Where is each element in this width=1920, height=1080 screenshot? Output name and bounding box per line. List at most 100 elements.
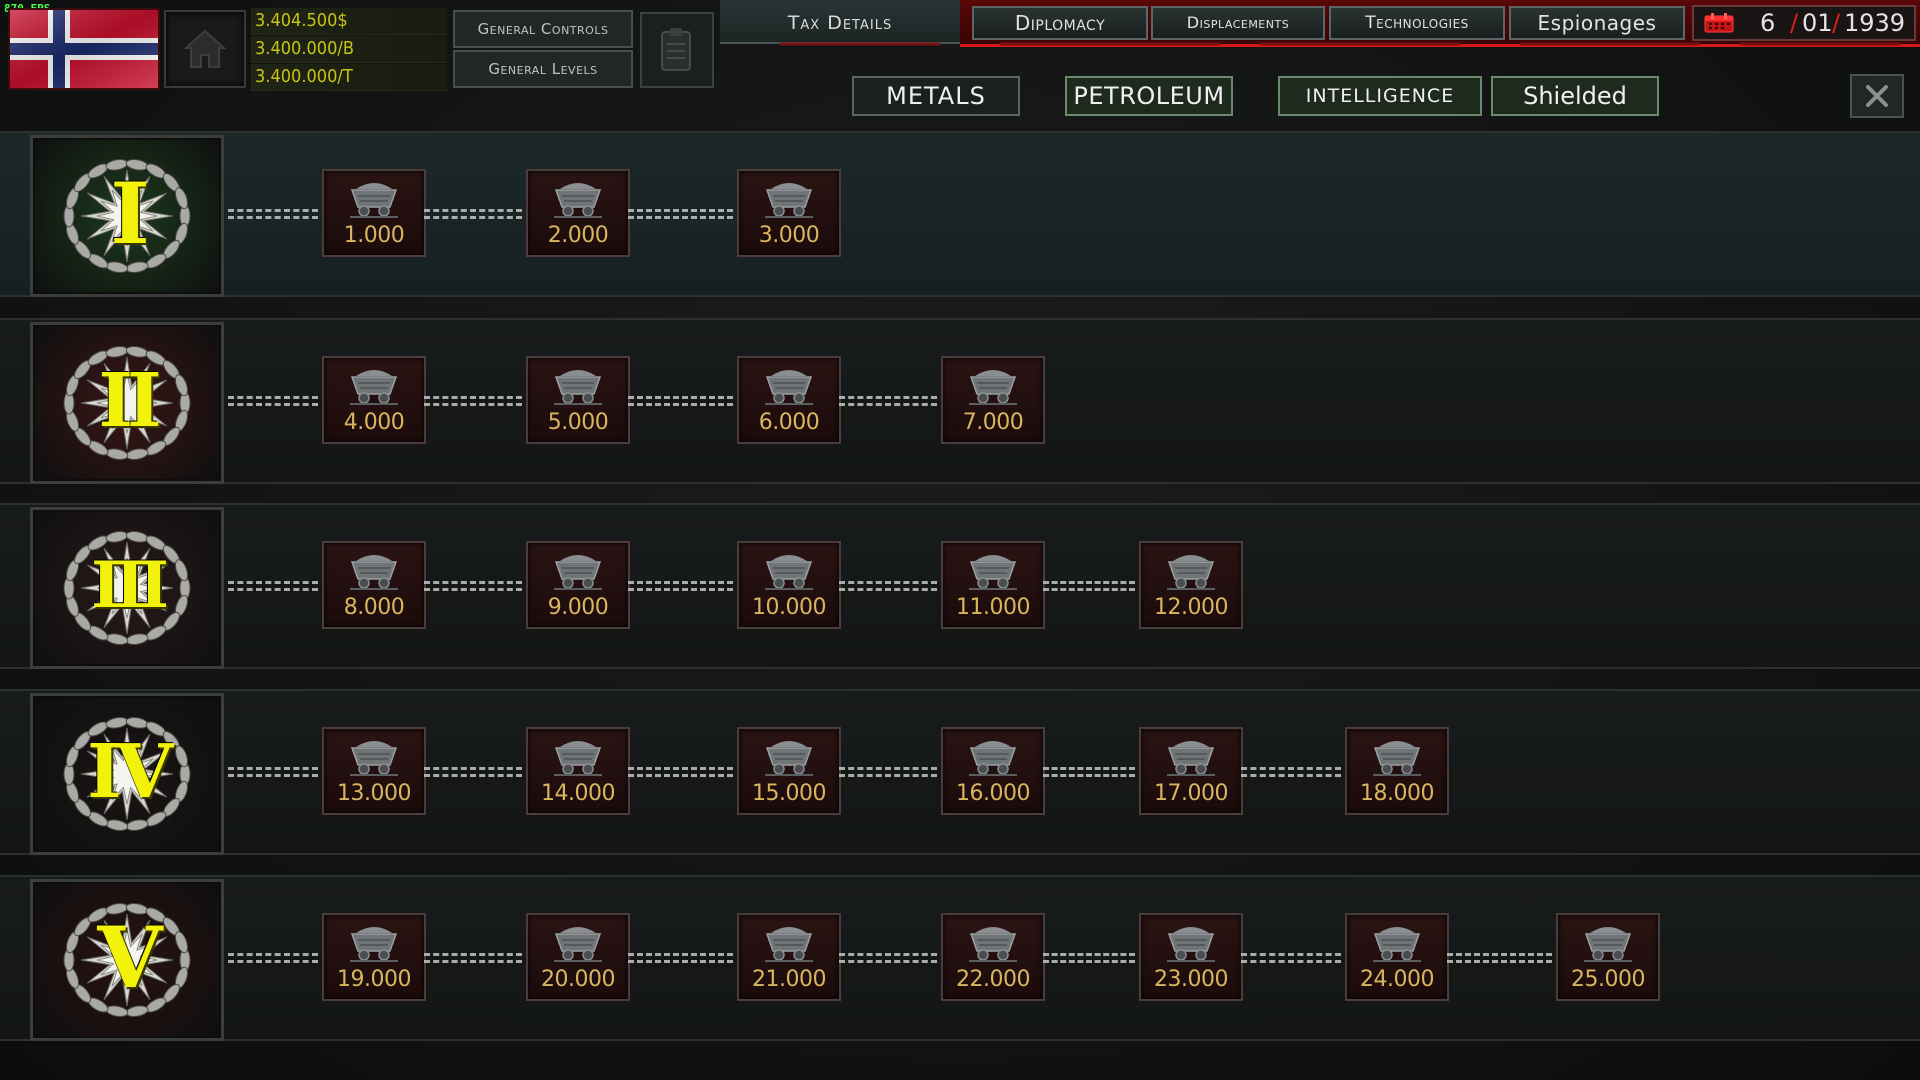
mine-cart-icon: [1373, 741, 1421, 776]
progression-link: [628, 767, 733, 777]
tax-level-node[interactable]: 7.000: [941, 356, 1045, 444]
mine-cart-icon: [765, 555, 813, 590]
mine-cart-icon: [765, 370, 813, 405]
tax-amount: 7.000: [962, 410, 1024, 435]
mine-cart-icon: [765, 183, 813, 218]
mine-cart-icon: [554, 183, 602, 218]
tax-amount: 9.000: [547, 595, 609, 620]
progression-link: [628, 953, 733, 963]
progression-link: [839, 396, 937, 406]
tier-emblem[interactable]: II: [30, 322, 224, 484]
tax-level-node[interactable]: 15.000: [737, 727, 841, 815]
tax-amount: 8.000: [343, 595, 405, 620]
tab-technologies[interactable]: Technologies: [1329, 6, 1505, 40]
general-levels-button[interactable]: General Levels: [453, 50, 633, 88]
tax-level-node[interactable]: 11.000: [941, 541, 1045, 629]
tab-displacements[interactable]: Displacements: [1151, 6, 1325, 40]
tax-details-tab[interactable]: Tax Details: [720, 0, 960, 44]
tax-amount: 16.000: [956, 781, 1030, 806]
tax-amount: 3.000: [758, 223, 820, 248]
tier-numeral: I: [110, 164, 149, 263]
tax-level-node[interactable]: 21.000: [737, 913, 841, 1001]
norway-flag-icon: [10, 10, 158, 88]
tax-level-node[interactable]: 16.000: [941, 727, 1045, 815]
tax-level-node[interactable]: 22.000: [941, 913, 1045, 1001]
filter-shielded[interactable]: Shielded: [1491, 76, 1659, 116]
tax-amount: 6.000: [758, 410, 820, 435]
mine-cart-icon: [350, 370, 398, 405]
mine-cart-icon: [969, 927, 1017, 962]
progression-link: [228, 767, 318, 777]
tab-espionages[interactable]: Espionages: [1509, 6, 1685, 40]
tax-level-node[interactable]: 2.000: [526, 169, 630, 257]
tax-level-node[interactable]: 23.000: [1139, 913, 1243, 1001]
tax-amount: 11.000: [956, 595, 1030, 620]
calendar-icon: [1704, 13, 1734, 33]
mine-cart-icon: [350, 183, 398, 218]
general-controls-button[interactable]: General Controls: [453, 10, 633, 48]
mine-cart-icon: [350, 927, 398, 962]
clipboard-icon: [661, 28, 691, 71]
tax-amount: 19.000: [337, 967, 411, 992]
mine-cart-icon: [350, 741, 398, 776]
tier-emblem[interactable]: IV: [30, 693, 224, 855]
income-b-value: 3.400.000/B: [251, 36, 447, 63]
progression-link: [839, 767, 937, 777]
tax-amount: 5.000: [547, 410, 609, 435]
tier-row: III 8.000 9.000 10.000 11.000 12.000: [0, 503, 1920, 669]
mine-cart-icon: [969, 555, 1017, 590]
tax-amount: 4.000: [343, 410, 405, 435]
tax-level-node[interactable]: 25.000: [1556, 913, 1660, 1001]
mine-cart-icon: [350, 555, 398, 590]
mine-cart-icon: [554, 927, 602, 962]
tax-level-node[interactable]: 12.000: [1139, 541, 1243, 629]
tax-level-node[interactable]: 9.000: [526, 541, 630, 629]
mine-cart-icon: [765, 741, 813, 776]
tax-amount: 14.000: [541, 781, 615, 806]
tax-amount: 18.000: [1360, 781, 1434, 806]
progression-link: [628, 396, 733, 406]
tax-level-node[interactable]: 5.000: [526, 356, 630, 444]
tax-level-node[interactable]: 6.000: [737, 356, 841, 444]
mine-cart-icon: [1167, 741, 1215, 776]
tier-emblem[interactable]: III: [30, 507, 224, 669]
tab-diplomacy[interactable]: Diplomacy: [972, 6, 1148, 40]
tier-row: V 19.000 20.000 21.000 22.000 23.000 24.…: [0, 875, 1920, 1041]
tax-level-node[interactable]: 8.000: [322, 541, 426, 629]
filter-petroleum[interactable]: PETROLEUM: [1065, 76, 1233, 116]
tax-level-node[interactable]: 18.000: [1345, 727, 1449, 815]
close-button[interactable]: [1850, 74, 1904, 118]
income-t-value: 3.400.000/T: [251, 64, 447, 91]
decorative-divider: [780, 42, 1900, 46]
tax-level-node[interactable]: 13.000: [322, 727, 426, 815]
progression-link: [424, 767, 522, 777]
filter-metals[interactable]: METALS: [852, 76, 1020, 116]
tax-level-node[interactable]: 4.000: [322, 356, 426, 444]
tax-level-node[interactable]: 19.000: [322, 913, 426, 1001]
tax-level-node[interactable]: 3.000: [737, 169, 841, 257]
mine-cart-icon: [969, 370, 1017, 405]
tier-numeral: V: [97, 908, 162, 1007]
filter-intelligence[interactable]: INTELLIGENCE: [1278, 76, 1482, 116]
tier-numeral: IV: [86, 729, 173, 815]
date-year: 1939: [1844, 9, 1906, 37]
tier-emblem[interactable]: I: [30, 135, 224, 297]
tax-amount: 13.000: [337, 781, 411, 806]
tax-level-node[interactable]: 24.000: [1345, 913, 1449, 1001]
progression-link: [628, 209, 733, 219]
tier-emblem[interactable]: V: [30, 879, 224, 1041]
tax-level-node[interactable]: 14.000: [526, 727, 630, 815]
country-flag[interactable]: [8, 8, 160, 90]
reports-button[interactable]: [640, 12, 714, 88]
progression-link: [228, 581, 318, 591]
home-button[interactable]: [164, 10, 246, 88]
tax-level-node[interactable]: 10.000: [737, 541, 841, 629]
progression-link: [839, 953, 937, 963]
tax-level-node[interactable]: 1.000: [322, 169, 426, 257]
resource-panel: 3.404.500$ 3.400.000/B 3.400.000/T: [251, 8, 447, 91]
tax-amount: 10.000: [752, 595, 826, 620]
tier-row: II 4.000 5.000 6.000 7.000: [0, 318, 1920, 484]
tax-level-node[interactable]: 17.000: [1139, 727, 1243, 815]
tax-level-node[interactable]: 20.000: [526, 913, 630, 1001]
tax-amount: 15.000: [752, 781, 826, 806]
